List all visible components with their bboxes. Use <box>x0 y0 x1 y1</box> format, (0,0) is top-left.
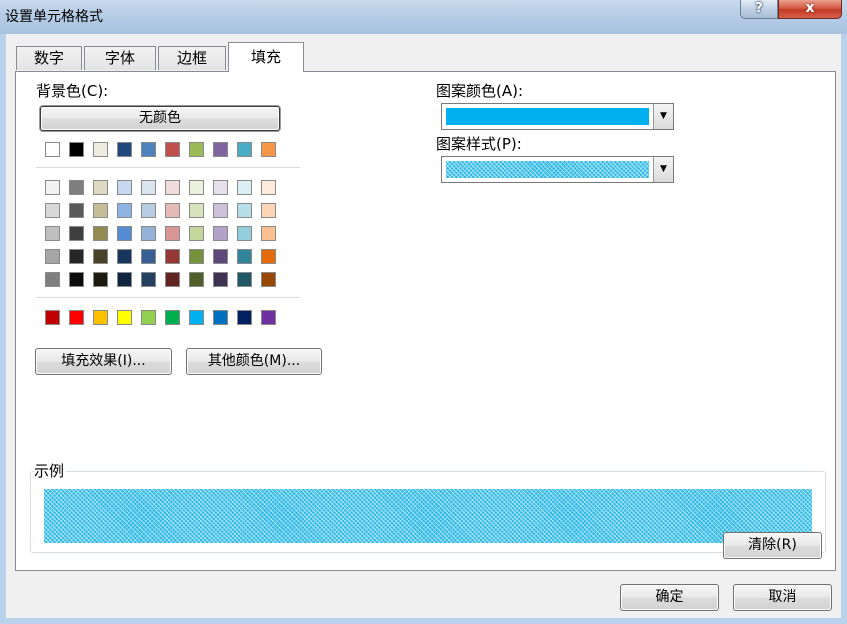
color-swatch[interactable] <box>141 272 156 287</box>
color-swatch[interactable] <box>45 142 60 157</box>
pattern-color-swatch <box>446 108 649 125</box>
title-bar: 设置单元格格式 ? x <box>0 0 847 34</box>
color-swatch[interactable] <box>45 249 60 264</box>
color-swatch[interactable] <box>189 310 204 325</box>
color-swatch[interactable] <box>261 249 276 264</box>
format-cells-dialog: 数字 字体 边框 填充 背景色(C): 无颜色 填充效果(I)... 其他颜色(… <box>6 34 841 618</box>
color-swatch[interactable] <box>117 203 132 218</box>
color-swatch[interactable] <box>237 272 252 287</box>
color-swatch[interactable] <box>165 180 180 195</box>
background-color-label: 背景色(C): <box>36 82 109 100</box>
color-swatch[interactable] <box>69 272 84 287</box>
dialog-title: 设置单元格格式 <box>5 9 103 25</box>
color-swatch[interactable] <box>237 310 252 325</box>
color-swatch[interactable] <box>261 180 276 195</box>
color-swatch[interactable] <box>189 249 204 264</box>
color-swatch[interactable] <box>117 226 132 241</box>
pattern-style-label: 图案样式(P): <box>436 135 522 153</box>
clear-button[interactable]: 清除(R) <box>723 532 822 559</box>
color-swatch[interactable] <box>141 142 156 157</box>
color-swatch[interactable] <box>45 272 60 287</box>
color-swatch[interactable] <box>189 180 204 195</box>
color-swatch[interactable] <box>165 249 180 264</box>
palette-divider <box>36 167 300 168</box>
color-swatch[interactable] <box>213 203 228 218</box>
color-swatch[interactable] <box>117 249 132 264</box>
color-swatch[interactable] <box>93 249 108 264</box>
color-swatch[interactable] <box>69 142 84 157</box>
color-swatch[interactable] <box>213 226 228 241</box>
color-swatch[interactable] <box>45 226 60 241</box>
color-swatch[interactable] <box>45 203 60 218</box>
color-swatch[interactable] <box>117 142 132 157</box>
chevron-down-icon[interactable]: ▼ <box>653 104 673 129</box>
tab-fill[interactable]: 填充 <box>228 42 304 72</box>
color-swatch[interactable] <box>93 226 108 241</box>
color-swatch[interactable] <box>141 249 156 264</box>
color-swatch[interactable] <box>141 310 156 325</box>
help-button[interactable]: ? <box>740 0 778 19</box>
color-swatch[interactable] <box>93 180 108 195</box>
color-swatch[interactable] <box>213 180 228 195</box>
color-swatch[interactable] <box>165 203 180 218</box>
color-swatch[interactable] <box>165 226 180 241</box>
color-swatch[interactable] <box>237 180 252 195</box>
color-swatch[interactable] <box>141 226 156 241</box>
color-swatch[interactable] <box>141 180 156 195</box>
fill-effects-button[interactable]: 填充效果(I)... <box>35 348 172 375</box>
color-swatch[interactable] <box>69 249 84 264</box>
color-swatch[interactable] <box>213 310 228 325</box>
fill-panel: 背景色(C): 无颜色 填充效果(I)... 其他颜色(M)... 图案颜色(A… <box>15 71 836 571</box>
no-color-button[interactable]: 无颜色 <box>40 106 280 131</box>
chevron-down-icon[interactable]: ▼ <box>653 157 673 182</box>
pattern-color-label: 图案颜色(A): <box>436 82 524 100</box>
color-swatch[interactable] <box>189 203 204 218</box>
color-swatch[interactable] <box>237 249 252 264</box>
color-swatch[interactable] <box>117 272 132 287</box>
color-swatch[interactable] <box>45 180 60 195</box>
tab-border[interactable]: 边框 <box>158 46 226 70</box>
color-swatch[interactable] <box>261 272 276 287</box>
palette-divider <box>36 297 300 298</box>
color-swatch[interactable] <box>93 272 108 287</box>
color-swatch[interactable] <box>237 142 252 157</box>
color-swatch[interactable] <box>117 310 132 325</box>
cancel-button[interactable]: 取消 <box>733 584 832 611</box>
color-swatch[interactable] <box>213 272 228 287</box>
color-swatch[interactable] <box>189 272 204 287</box>
tab-font[interactable]: 字体 <box>84 46 156 70</box>
color-swatch[interactable] <box>189 142 204 157</box>
close-button[interactable]: x <box>778 0 842 19</box>
color-swatch[interactable] <box>69 226 84 241</box>
sample-label: 示例 <box>34 460 67 481</box>
color-swatch[interactable] <box>213 142 228 157</box>
color-swatch[interactable] <box>213 249 228 264</box>
color-swatch[interactable] <box>261 203 276 218</box>
color-swatch[interactable] <box>261 142 276 157</box>
color-swatch[interactable] <box>93 310 108 325</box>
color-swatch[interactable] <box>165 142 180 157</box>
color-swatch[interactable] <box>261 226 276 241</box>
color-swatch[interactable] <box>165 310 180 325</box>
color-swatch[interactable] <box>45 310 60 325</box>
color-swatch[interactable] <box>261 310 276 325</box>
color-swatch[interactable] <box>189 226 204 241</box>
more-colors-button[interactable]: 其他颜色(M)... <box>186 348 322 375</box>
color-swatch[interactable] <box>237 203 252 218</box>
pattern-style-preview <box>446 161 649 178</box>
ok-button[interactable]: 确定 <box>620 584 719 611</box>
color-swatch[interactable] <box>117 180 132 195</box>
tab-number[interactable]: 数字 <box>16 46 82 70</box>
sample-preview <box>44 489 812 543</box>
color-swatch[interactable] <box>69 180 84 195</box>
color-swatch[interactable] <box>93 203 108 218</box>
color-swatch[interactable] <box>69 310 84 325</box>
color-swatch[interactable] <box>69 203 84 218</box>
pattern-color-dropdown[interactable]: ▼ <box>441 103 674 130</box>
color-swatch[interactable] <box>165 272 180 287</box>
color-swatch[interactable] <box>237 226 252 241</box>
color-swatch[interactable] <box>141 203 156 218</box>
color-swatch[interactable] <box>93 142 108 157</box>
pattern-style-dropdown[interactable]: ▼ <box>441 156 674 183</box>
